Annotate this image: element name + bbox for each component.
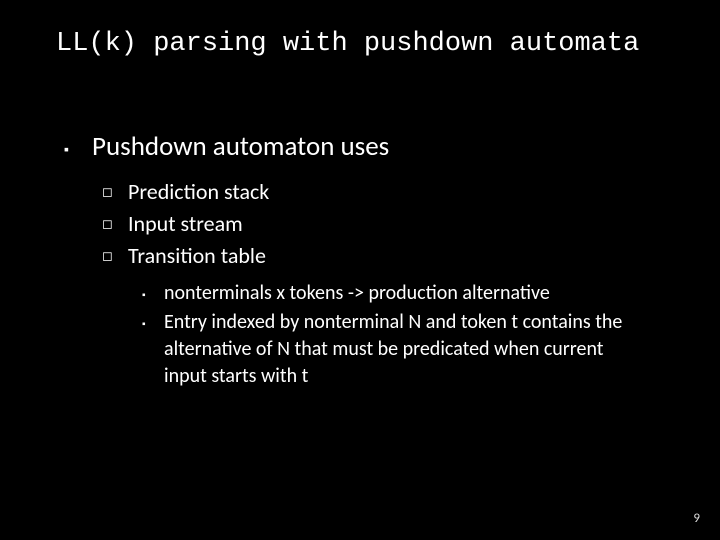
l2-text: Input stream — [128, 208, 243, 240]
square-bullet-icon: ▪ — [142, 280, 164, 302]
bullet-level-3: ▪ nonterminals x tokens -> production al… — [142, 280, 680, 307]
bullet-level-3-group: ▪ nonterminals x tokens -> production al… — [102, 280, 680, 390]
bullet-level-2-group: ◻ Prediction stack ◻ Input stream ◻ Tran… — [64, 176, 680, 390]
square-bullet-icon: ▪ — [142, 309, 164, 331]
bullet-level-2: ◻ Input stream — [102, 208, 680, 240]
slide-body: ▪ Pushdown automaton uses ◻ Prediction s… — [0, 60, 720, 389]
hollow-square-bullet-icon: ◻ — [102, 240, 128, 267]
bullet-level-1: ▪ Pushdown automaton uses — [64, 130, 680, 164]
square-bullet-icon: ▪ — [64, 130, 92, 159]
bullet-level-2: ◻ Transition table — [102, 240, 680, 272]
l2-text: Transition table — [128, 240, 266, 272]
l3-text: nonterminals x tokens -> production alte… — [164, 280, 600, 307]
slide: LL(k) parsing with pushdown automata ▪ P… — [0, 0, 720, 540]
l3-text: Entry indexed by nonterminal N and token… — [164, 309, 680, 390]
page-number: 9 — [693, 511, 700, 526]
l2-text: Prediction stack — [128, 176, 269, 208]
bullet-level-3: ▪ Entry indexed by nonterminal N and tok… — [142, 309, 680, 390]
l1-text: Pushdown automaton uses — [92, 130, 389, 164]
slide-title: LL(k) parsing with pushdown automata — [0, 28, 720, 60]
hollow-square-bullet-icon: ◻ — [102, 176, 128, 203]
hollow-square-bullet-icon: ◻ — [102, 208, 128, 235]
bullet-level-2: ◻ Prediction stack — [102, 176, 680, 208]
